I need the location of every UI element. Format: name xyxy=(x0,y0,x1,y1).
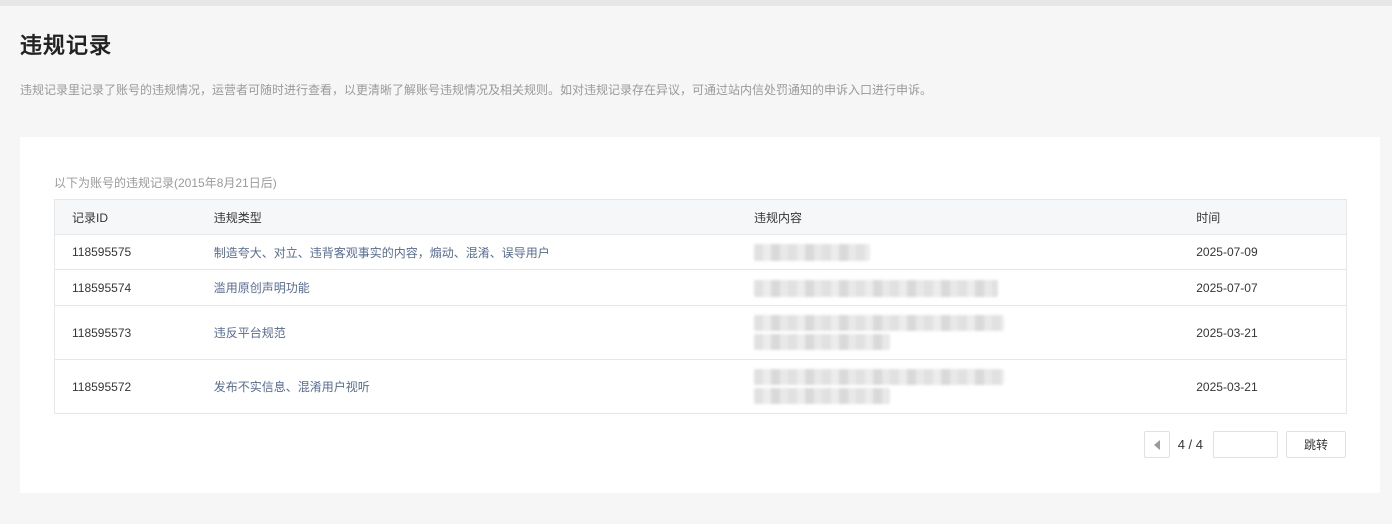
record-id: 118595574 xyxy=(72,280,132,295)
record-content-redacted xyxy=(753,270,1196,305)
record-content-redacted xyxy=(753,360,1196,413)
col-header-content-label: 违规内容 xyxy=(753,210,802,225)
record-time: 2025-07-07 xyxy=(1196,280,1258,295)
page-title: 违规记录 xyxy=(20,33,113,58)
record-id: 118595575 xyxy=(72,245,132,259)
records-card: 以下为账号的违规记录(2015年8月21日后) 记录ID 违规类型 违规内容 时… xyxy=(20,137,1380,493)
col-header-content: 违规内容 xyxy=(754,200,1196,234)
record-content-redacted xyxy=(753,235,1196,269)
record-type: 制造夸大、对立、违背客观事实的内容，煽动、混淆、误导用户 xyxy=(213,245,550,260)
record-time: 2025-07-09 xyxy=(1196,245,1258,259)
page-jump-input[interactable] xyxy=(1213,431,1278,458)
record-type: 违反平台规范 xyxy=(213,326,286,340)
jump-button[interactable]: 跳转 xyxy=(1286,431,1346,458)
prev-page-button[interactable] xyxy=(1143,431,1170,458)
record-time: 2025-03-21 xyxy=(1196,379,1258,394)
table-row: 118595572 发布不实信息、混淆用户视听 2025-03-21 xyxy=(55,360,1346,413)
table-row: 118595573 违反平台规范 2025-03-21 xyxy=(55,306,1346,360)
record-id: 118595573 xyxy=(72,325,132,340)
col-header-id: 记录ID xyxy=(72,210,109,225)
table-row: 118595574 滥用原创声明功能 2025-07-07 xyxy=(55,270,1346,306)
caret-left-icon xyxy=(1153,439,1160,450)
pagination: 4 / 4 跳转 xyxy=(1143,431,1346,458)
record-type: 滥用原创声明功能 xyxy=(213,281,310,295)
page-description: 违规记录里记录了账号的违规情况，运营者可随时进行查看，以更清晰了解账号违规情况及… xyxy=(20,83,933,97)
record-time: 2025-03-21 xyxy=(1196,325,1258,340)
page-indicator: 4 / 4 xyxy=(1177,437,1203,452)
record-type: 发布不实信息、混淆用户视听 xyxy=(213,380,370,394)
col-header-time: 时间 xyxy=(1196,210,1221,225)
records-note: 以下为账号的违规记录(2015年8月21日后) xyxy=(54,176,277,190)
record-id: 118595572 xyxy=(72,379,132,394)
table-header: 记录ID 违规类型 违规内容 时间 xyxy=(55,200,1346,235)
record-content-redacted xyxy=(753,306,1196,359)
col-header-type: 违规类型 xyxy=(213,210,262,225)
table-row: 118595575 制造夸大、对立、违背客观事实的内容，煽动、混淆、误导用户 2… xyxy=(55,235,1346,270)
top-strip xyxy=(0,0,1392,6)
violation-table: 记录ID 违规类型 违规内容 时间 118595575 制造夸大、对立、违背客观… xyxy=(54,199,1347,414)
